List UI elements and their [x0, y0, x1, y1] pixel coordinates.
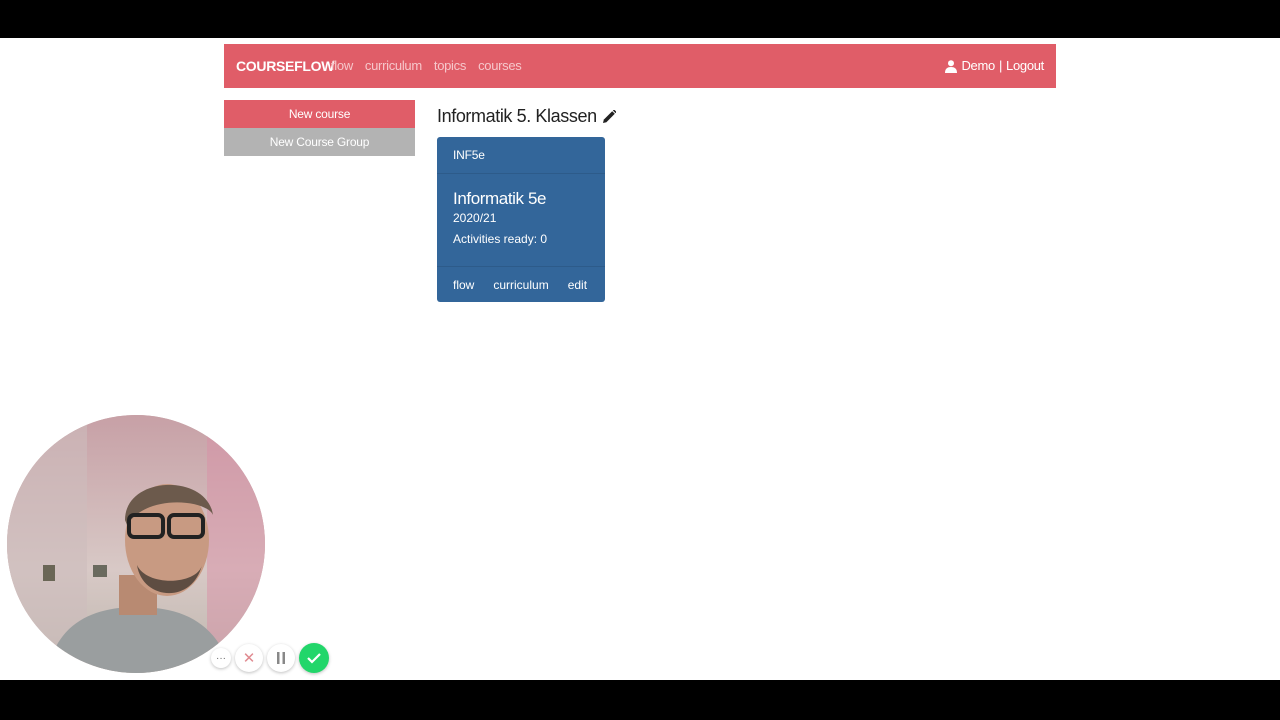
nav-link-curriculum[interactable]: curriculum	[365, 44, 422, 88]
brand-logo[interactable]: COURSEFLOW	[236, 44, 334, 88]
course-activities-ready: Activities ready: 0	[453, 232, 548, 246]
course-year: 2020/21	[453, 211, 497, 225]
card-edit-link[interactable]: edit	[568, 278, 587, 292]
pencil-icon[interactable]	[602, 109, 616, 123]
app-page: COURSEFLOW flow curriculum topics course…	[0, 38, 1280, 680]
letterbox-top	[0, 0, 1280, 38]
user-name-link[interactable]: Demo	[961, 44, 995, 88]
sidebar: New course New Course Group	[224, 100, 415, 156]
card-curriculum-link[interactable]: curriculum	[493, 278, 548, 292]
letterbox-bottom	[0, 680, 1280, 720]
recorder-controls: ··· ✕	[211, 643, 329, 673]
webcam-video	[7, 415, 265, 673]
page-title: Informatik 5. Klassen	[437, 104, 616, 128]
close-icon[interactable]: ✕	[235, 644, 263, 672]
user-icon	[945, 59, 958, 73]
nav-separator: |	[998, 58, 1003, 73]
webcam-overlay	[7, 415, 265, 673]
new-course-button[interactable]: New course	[224, 100, 415, 128]
nav-link-flow[interactable]: flow	[331, 44, 353, 88]
card-flow-link[interactable]: flow	[453, 278, 474, 292]
top-navbar: COURSEFLOW flow curriculum topics course…	[224, 44, 1056, 88]
course-card-body: Informatik 5e 2020/21 Activities ready: …	[437, 174, 605, 267]
nav-user-area: Demo | Logout	[945, 44, 1044, 88]
check-icon[interactable]	[299, 643, 329, 673]
new-course-group-button[interactable]: New Course Group	[224, 128, 415, 156]
course-card[interactable]: INF5e Informatik 5e 2020/21 Activities r…	[437, 137, 605, 302]
course-code: INF5e	[437, 137, 605, 174]
course-group-title: Informatik 5. Klassen	[437, 106, 597, 126]
nav-link-courses[interactable]: courses	[478, 44, 522, 88]
pause-icon[interactable]	[267, 644, 295, 672]
nav-links: flow curriculum topics courses	[331, 44, 533, 88]
nav-link-topics[interactable]: topics	[434, 44, 466, 88]
course-card-actions: flow curriculum edit	[437, 266, 605, 302]
more-icon[interactable]: ···	[211, 648, 231, 668]
logout-link[interactable]: Logout	[1006, 44, 1044, 88]
course-name: Informatik 5e	[453, 189, 547, 208]
